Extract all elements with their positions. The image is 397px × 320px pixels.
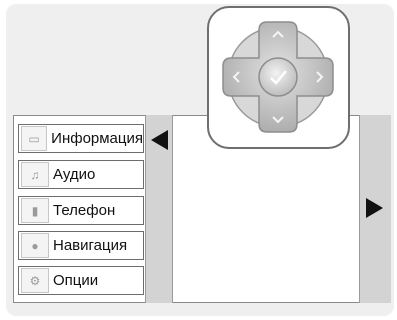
menu-item-navigation[interactable]: ● Навигация [18,231,144,260]
music-note-icon: ♫ [21,162,49,187]
menu-item-phone[interactable]: ▮ Телефон [18,196,144,225]
menu-item-label: Телефон [53,202,116,219]
menu-item-label: Информация [51,130,143,147]
settings-gear-icon: ⚙ [21,268,49,293]
phone-icon: ▮ [21,198,49,223]
center-select-button[interactable] [258,57,298,97]
menu-item-label: Аудио [53,166,96,183]
menu-item-options[interactable]: ⚙ Опции [18,266,144,295]
menu-item-label: Опции [53,272,99,289]
arrow-left-icon[interactable] [151,130,168,150]
controller-panel [207,6,350,149]
navigation-globe-icon: ● [21,233,49,258]
menu-item-information[interactable]: ▭ Информация [18,124,144,153]
arrow-right-icon[interactable] [366,198,383,218]
menu-item-audio[interactable]: ♫ Аудио [18,160,144,189]
car-icon: ▭ [21,126,48,151]
controller-graphic [222,21,334,133]
menu-item-label: Навигация [53,237,128,254]
